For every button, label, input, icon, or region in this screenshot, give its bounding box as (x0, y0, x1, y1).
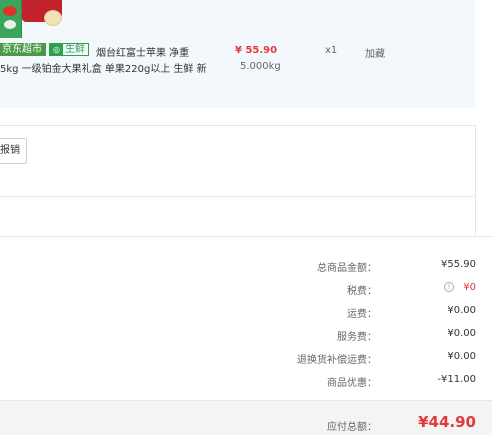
jd-supermarket-tag: 京东超市 (0, 43, 46, 56)
total-goods-value: ¥55.90 (441, 259, 476, 270)
divider (0, 125, 475, 126)
product-price: ¥ 55.90 (235, 45, 278, 56)
tax-label: 税费： (347, 286, 377, 297)
info-icon[interactable]: ! (444, 282, 454, 292)
fresh-tag-label: 生鲜 (65, 44, 85, 55)
product-weight: 5.000kg (240, 61, 281, 72)
gift-box-image (0, 0, 22, 38)
product-title-line2[interactable]: 5kg 一级铂金大果礼盒 单果220g以上 生鲜 新 (0, 60, 207, 75)
product-title-line1[interactable]: 烟台红富士苹果 净重 (96, 44, 189, 59)
apples-image (22, 0, 62, 26)
reimburse-button[interactable]: 报销 (0, 138, 27, 164)
discount-value: -¥11.00 (437, 374, 476, 385)
product-panel: 京东超市 ◎ 生鲜 烟台红富士苹果 净重 5kg 一级铂金大果礼盒 单果220g… (0, 0, 475, 108)
return-shipping-value: ¥0.00 (447, 351, 476, 362)
fresh-icon: ◎ (50, 44, 63, 55)
service-fee-value: ¥0.00 (447, 328, 476, 339)
shipping-value: ¥0.00 (447, 305, 476, 316)
discount-label: 商品优惠： (327, 378, 377, 389)
return-shipping-label: 退换货补偿运费： (297, 355, 377, 366)
panel-border (475, 125, 476, 236)
payable-total-label: 应付总额： (327, 422, 377, 433)
payable-total-value: ¥44.90 (418, 413, 476, 431)
tax-value: ¥0 (463, 282, 476, 293)
product-quantity: x1 (325, 45, 338, 56)
fresh-tag: ◎ 生鲜 (49, 43, 89, 56)
product-thumbnail[interactable] (0, 0, 64, 38)
divider (0, 196, 475, 197)
divider (0, 236, 492, 237)
service-fee-label: 服务费： (337, 332, 377, 343)
favorite-link[interactable]: 加藏 (365, 45, 385, 60)
total-goods-label: 总商品金额： (317, 263, 377, 274)
shipping-label: 运费： (347, 309, 377, 320)
